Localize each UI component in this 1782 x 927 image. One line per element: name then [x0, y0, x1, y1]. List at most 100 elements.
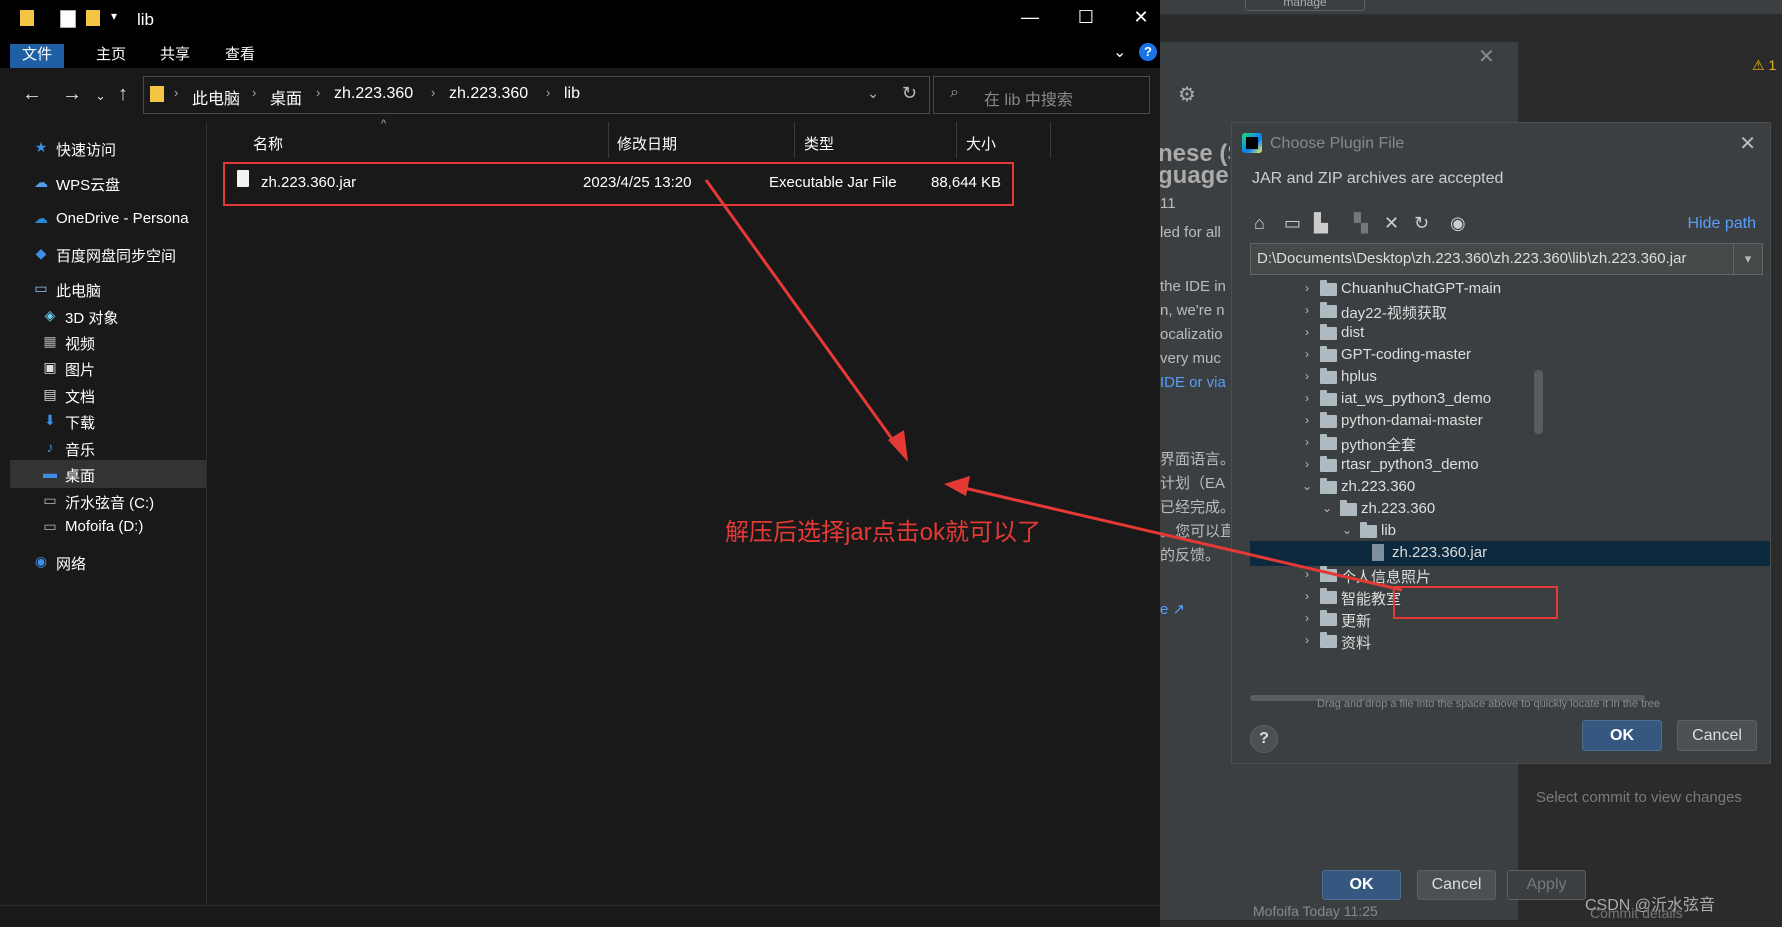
tree-node[interactable]: › hplus	[1250, 365, 1770, 390]
maximize-icon[interactable]: ☐	[1066, 7, 1106, 28]
up-icon[interactable]: ↑	[118, 83, 128, 106]
forward-icon[interactable]: →	[62, 83, 82, 106]
column-divider[interactable]	[608, 122, 609, 158]
column-header-type[interactable]: 类型	[804, 133, 834, 154]
chevron-right-icon[interactable]: ›	[1300, 413, 1314, 427]
column-divider[interactable]	[1050, 122, 1051, 158]
breadcrumb-this-pc[interactable]: 此电脑	[192, 85, 240, 109]
nav-item[interactable]: ▭ 此电脑	[10, 275, 206, 303]
nav-item[interactable]: ▤ 文档	[10, 381, 206, 409]
tree-node[interactable]: › iat_ws_python3_demo	[1250, 387, 1770, 412]
breadcrumb-zh-outer[interactable]: zh.223.360	[334, 85, 413, 103]
manage-button[interactable]: manage	[1245, 0, 1365, 11]
customize-toolbar-icon[interactable]: ▾	[111, 9, 117, 23]
tree-node[interactable]: › GPT-coding-master	[1250, 343, 1770, 368]
tree-node[interactable]: › python-damai-master	[1250, 409, 1770, 434]
chevron-right-icon[interactable]: ›	[1300, 303, 1314, 317]
home-icon[interactable]: ⌂	[1254, 213, 1265, 234]
project-icon[interactable]: ▙	[1314, 213, 1328, 234]
chevron-right-icon[interactable]: ›	[1300, 369, 1314, 383]
nav-item[interactable]: ◉ 网络	[10, 548, 206, 576]
chevron-down-icon[interactable]: ⌄	[1300, 479, 1314, 493]
chevron-right-icon[interactable]: ›	[1300, 391, 1314, 405]
chevron-right-icon[interactable]: ›	[1300, 281, 1314, 295]
table-row[interactable]: zh.223.360.jar 2023/4/25 13:20 Executabl…	[223, 162, 1014, 206]
breadcrumb-lib[interactable]: lib	[564, 85, 580, 103]
ok-button[interactable]: OK	[1322, 870, 1401, 900]
tree-node[interactable]: zh.223.360.jar	[1250, 541, 1770, 566]
properties-icon[interactable]	[60, 10, 76, 28]
chevron-right-icon[interactable]: ›	[1300, 633, 1314, 647]
tree-node[interactable]: › dist	[1250, 321, 1770, 346]
path-field[interactable]: D:\Documents\Desktop\zh.223.360\zh.223.3…	[1250, 243, 1763, 275]
tab-home[interactable]: 主页	[84, 44, 138, 68]
chevron-right-icon[interactable]: ›	[1300, 435, 1314, 449]
tab-view[interactable]: 查看	[213, 44, 267, 68]
column-divider[interactable]	[956, 122, 957, 158]
close-icon[interactable]: ✕	[1478, 44, 1495, 69]
tree-node[interactable]: › 个人信息照片	[1250, 563, 1770, 588]
tree-node[interactable]: › rtasr_python3_demo	[1250, 453, 1770, 478]
nav-item[interactable]: ◆ 百度网盘同步空间	[10, 240, 206, 268]
column-divider[interactable]	[794, 122, 795, 158]
chevron-right-icon[interactable]: ›	[1300, 611, 1314, 625]
tree-node[interactable]: › day22-视频获取	[1250, 299, 1770, 324]
back-icon[interactable]: ←	[22, 83, 42, 106]
recent-locations-icon[interactable]: ⌄	[95, 88, 106, 104]
new-folder-icon[interactable]	[86, 10, 100, 26]
help-icon[interactable]: ?	[1250, 725, 1278, 753]
apply-button[interactable]: Apply	[1507, 870, 1586, 900]
desktop-icon[interactable]: ▭	[1284, 213, 1301, 234]
chevron-right-icon[interactable]: ›	[1300, 589, 1314, 603]
chevron-down-icon[interactable]: ⌄	[867, 85, 879, 102]
chevron-right-icon[interactable]: ›	[1300, 457, 1314, 471]
nav-item[interactable]: ⬇ 下载	[10, 407, 206, 435]
column-header-modified[interactable]: 修改日期	[617, 133, 677, 154]
chevron-right-icon[interactable]: ›	[174, 85, 178, 100]
chevron-right-icon[interactable]: ›	[431, 85, 435, 100]
nav-item[interactable]: ▣ 图片	[10, 354, 206, 382]
nav-item[interactable]: ▦ 视频	[10, 328, 206, 356]
chevron-right-icon[interactable]: ›	[1300, 347, 1314, 361]
nav-item[interactable]: ▬ 桌面	[10, 460, 206, 488]
tree-node[interactable]: › python全套	[1250, 431, 1770, 456]
nav-item[interactable]: ▭ Mofoifa (D:)	[10, 513, 206, 541]
nav-item[interactable]: ◈ 3D 对象	[10, 302, 206, 330]
cancel-button[interactable]: Cancel	[1417, 870, 1496, 900]
nav-item[interactable]: ☁ WPS云盘	[10, 169, 206, 197]
vertical-scrollbar[interactable]	[1534, 370, 1543, 434]
chevron-down-icon[interactable]: ⌄	[1340, 523, 1354, 537]
close-icon[interactable]: ✕	[1739, 131, 1756, 156]
tree-node[interactable]: ⌄ zh.223.360	[1250, 475, 1770, 500]
gear-icon[interactable]: ⚙	[1178, 82, 1196, 107]
refresh-icon[interactable]: ↻	[902, 83, 917, 104]
help-icon[interactable]: ?	[1139, 43, 1157, 61]
breadcrumb-desktop[interactable]: 桌面	[270, 85, 302, 109]
warning-indicator[interactable]: ⚠ 1	[1752, 57, 1776, 74]
delete-icon[interactable]: ✕	[1384, 213, 1399, 234]
new-folder-icon[interactable]: ▚	[1354, 213, 1368, 234]
tab-share[interactable]: 共享	[148, 44, 202, 68]
file-tree[interactable]: › 资料 › 更新 › 智能教室 › 个人信息照片 zh.223.360.jar ⌄ lib ⌄ zh.…	[1250, 277, 1770, 701]
refresh-icon[interactable]: ↻	[1414, 213, 1429, 234]
chevron-right-icon[interactable]: ›	[1300, 567, 1314, 581]
tab-file[interactable]: 文件	[10, 44, 64, 68]
nav-item[interactable]: ♪ 音乐	[10, 434, 206, 462]
ok-button[interactable]: OK	[1582, 720, 1662, 751]
tree-node[interactable]: › 资料	[1250, 629, 1770, 654]
minimize-icon[interactable]: —	[1010, 7, 1050, 28]
address-bar[interactable]: › 此电脑 › 桌面 › zh.223.360 › zh.223.360 › l…	[143, 76, 930, 114]
chevron-down-icon[interactable]: ⌄	[1113, 42, 1126, 62]
chevron-right-icon[interactable]: ›	[1300, 325, 1314, 339]
show-hidden-icon[interactable]: ◉	[1450, 213, 1466, 234]
tree-node[interactable]: ⌄ lib	[1250, 519, 1770, 544]
chevron-right-icon[interactable]: ›	[546, 85, 550, 100]
close-icon[interactable]: ✕	[1121, 7, 1161, 28]
chevron-right-icon[interactable]: ›	[316, 85, 320, 100]
cancel-button[interactable]: Cancel	[1677, 720, 1757, 751]
chevron-right-icon[interactable]: ›	[252, 85, 256, 100]
nav-item[interactable]: ☁ OneDrive - Persona	[10, 205, 206, 233]
chevron-down-icon[interactable]: ▾	[1733, 244, 1762, 274]
tree-node[interactable]: ⌄ zh.223.360	[1250, 497, 1770, 522]
chevron-down-icon[interactable]: ⌄	[1320, 501, 1334, 515]
